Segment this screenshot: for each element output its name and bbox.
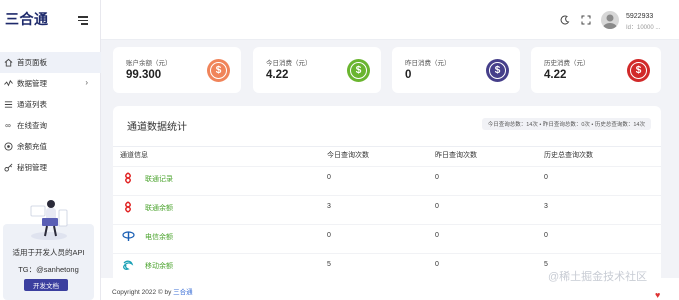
- sidebar-menu: 首页面板 数据管理 › 通道列表 ∞ 在线查询 余额充值 秘钥管理: [0, 52, 101, 178]
- query-summary-badge: 今日查询总数：14次 • 昨日查询总数：0次 • 历史总查询数：14次: [481, 118, 651, 130]
- api-promo-card: 适用于开发人员的API TG：@sanhetong 开发文档: [3, 200, 94, 300]
- stat-label: 今日消费（元）: [266, 60, 312, 67]
- channel-name-link[interactable]: 联通记录: [145, 174, 173, 184]
- panel-title: 通道数据统计: [127, 122, 187, 133]
- total-count: 5: [544, 261, 548, 268]
- sidebar-item-dashboard[interactable]: 首页面板: [0, 52, 101, 73]
- key-icon: [3, 163, 13, 173]
- dollar-icon: $: [486, 59, 509, 82]
- sidebar-item-label: 秘钥管理: [17, 163, 47, 172]
- yesterday-count: 0: [435, 261, 439, 268]
- channel-stats-panel: 通道数据统计 今日查询总数：14次 • 昨日查询总数：0次 • 历史总查询数：1…: [113, 106, 661, 278]
- promo-telegram: TG：@sanhetong: [18, 265, 79, 274]
- copyright: Copyright 2022 © by 三合通: [112, 286, 193, 296]
- stat-label: 账户余额（元）: [126, 60, 172, 67]
- stat-value: 99.300: [126, 69, 162, 81]
- channel-name-link[interactable]: 电信余额: [145, 232, 173, 242]
- infinity-icon: ∞: [5, 121, 11, 130]
- footer-brand-link[interactable]: 三合通: [173, 289, 193, 296]
- today-count: 0: [327, 174, 331, 181]
- column-header: 今日查询次数: [327, 152, 369, 159]
- list-icon: [3, 100, 13, 110]
- unicom-logo-icon: [121, 171, 135, 185]
- stat-value: 4.22: [544, 69, 567, 81]
- top-header: 5922933 Id：10000 ...: [101, 0, 679, 40]
- sidebar-item-channel-list[interactable]: 通道列表: [0, 94, 101, 115]
- user-id: Id：10000 ...: [626, 25, 661, 31]
- yesterday-count: 0: [435, 232, 439, 239]
- sidebar-item-label: 通道列表: [17, 100, 47, 109]
- sidebar-item-data-management[interactable]: 数据管理 ›: [0, 73, 101, 94]
- total-count: 0: [544, 232, 548, 239]
- fullscreen-icon[interactable]: [580, 14, 591, 25]
- stat-card-today: 今日消费（元） 4.22 $: [253, 47, 381, 93]
- stat-value: 4.22: [266, 69, 289, 81]
- sidebar-item-key-management[interactable]: 秘钥管理: [0, 157, 101, 178]
- sidebar-item-online-query[interactable]: ∞ 在线查询: [0, 115, 101, 136]
- today-count: 0: [327, 232, 331, 239]
- yesterday-count: 0: [435, 174, 439, 181]
- stat-label: 昨日消费（元）: [405, 60, 451, 67]
- developer-illustration: [27, 196, 71, 242]
- home-icon: [3, 58, 13, 68]
- watermark: @稀土掘金技术社区: [548, 271, 648, 283]
- logo-text: 三合通: [5, 11, 49, 27]
- column-header: 通道信息: [120, 152, 148, 159]
- today-count: 5: [327, 261, 331, 268]
- sidebar-item-recharge[interactable]: 余额充值: [0, 136, 101, 157]
- user-name[interactable]: 5922933: [626, 13, 653, 20]
- yesterday-count: 0: [435, 203, 439, 210]
- logo-row: 三合通: [0, 0, 101, 42]
- unicom-logo-icon: [121, 200, 135, 214]
- column-header: 历史总查询次数: [544, 152, 593, 159]
- promo-title: 适用于开发人员的API: [12, 248, 85, 257]
- avatar[interactable]: [601, 11, 619, 29]
- today-count: 3: [327, 203, 331, 210]
- dark-mode-icon[interactable]: [559, 14, 570, 25]
- sidebar-item-label: 在线查询: [17, 121, 47, 130]
- total-count: 3: [544, 203, 548, 210]
- channel-name-link[interactable]: 移动余额: [145, 261, 173, 271]
- mobile-logo-icon: [121, 258, 135, 272]
- sidebar-item-label: 首页面板: [17, 58, 47, 67]
- column-header: 昨日查询次数: [435, 152, 477, 159]
- stat-value: 0: [405, 69, 412, 81]
- table-row: 联通记录 0 0 0: [113, 166, 661, 188]
- sidebar-item-label: 数据管理: [17, 79, 47, 88]
- channel-name-link[interactable]: 联通余额: [145, 203, 173, 213]
- sidebar-item-label: 余额充值: [17, 142, 47, 151]
- table-header: 通道信息 今日查询次数 昨日查询次数 历史总查询次数: [113, 146, 661, 160]
- summary-text: 今日查询总数：14次 • 昨日查询总数：0次 • 历史总查询数：14次: [487, 122, 645, 128]
- stat-label: 历史消费（元）: [544, 60, 590, 67]
- stat-card-yesterday: 昨日消费（元） 0 $: [392, 47, 520, 93]
- coin-icon: [3, 142, 13, 152]
- menu-toggle-icon[interactable]: [78, 16, 88, 25]
- logo[interactable]: 三合通: [5, 9, 61, 29]
- dollar-icon: $: [627, 59, 650, 82]
- chart-line-icon: [3, 79, 13, 89]
- sidebar: 三合通 首页面板 数据管理 › 通道列表 ∞ 在线查询 余额充值 秘钥管理 适用…: [0, 0, 101, 300]
- heart-icon: ♥: [655, 290, 661, 300]
- telecom-logo-icon: [121, 229, 135, 243]
- copyright-text: Copyright 2022 © by: [112, 289, 172, 296]
- stat-card-balance: 账户余额（元） 99.300 $: [113, 47, 241, 93]
- dollar-icon: $: [347, 59, 370, 82]
- table-row: 联通余额 3 0 3: [113, 195, 661, 217]
- dev-docs-button[interactable]: 开发文档: [24, 279, 68, 291]
- dollar-icon: $: [207, 59, 230, 82]
- chevron-right-icon: ›: [85, 78, 88, 87]
- table-row: 电信余额 0 0 0: [113, 224, 661, 246]
- docs-button-label: 开发文档: [33, 283, 59, 290]
- total-count: 0: [544, 174, 548, 181]
- stat-card-history: 历史消费（元） 4.22 $: [531, 47, 661, 93]
